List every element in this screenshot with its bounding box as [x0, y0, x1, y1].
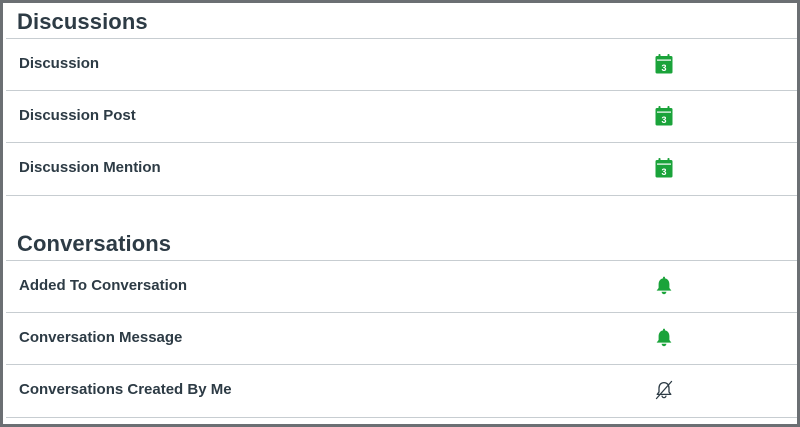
notification-label: Discussion Post — [19, 107, 136, 124]
svg-text:3: 3 — [661, 115, 666, 125]
section-title-discussions: Discussions — [17, 9, 148, 34]
calendar-weekly-icon: 3 — [655, 158, 673, 178]
bell-off-icon — [655, 380, 673, 400]
frequency-toggle-button[interactable]: 3 — [651, 103, 677, 129]
svg-text:3: 3 — [661, 167, 666, 177]
notification-label: Discussion Mention — [19, 159, 161, 176]
notification-row-conversations-created-by-me: Conversations Created By Me — [6, 364, 797, 418]
notification-label: Conversation Message — [19, 329, 183, 346]
notification-row-added-to-conversation: Added To Conversation — [6, 260, 797, 313]
frequency-toggle-button[interactable]: 3 — [651, 155, 677, 181]
svg-text:3: 3 — [661, 63, 666, 73]
notification-row-discussion-post: Discussion Post 3 — [6, 90, 797, 143]
section-title-conversations: Conversations — [17, 231, 172, 256]
notification-row-discussion: Discussion 3 — [6, 38, 797, 91]
calendar-weekly-icon: 3 — [655, 54, 673, 74]
notification-row-discussion-mention: Discussion Mention 3 — [6, 142, 797, 196]
frequency-toggle-button[interactable] — [651, 377, 677, 403]
calendar-weekly-icon: 3 — [655, 106, 673, 126]
notification-label: Added To Conversation — [19, 277, 188, 294]
bell-icon — [656, 276, 672, 295]
notification-preferences-panel: Discussions Discussion 3 Discussion Post… — [0, 0, 800, 427]
frequency-toggle-button[interactable] — [651, 273, 677, 299]
notification-label: Discussion — [19, 55, 100, 72]
bell-icon — [656, 328, 672, 347]
frequency-toggle-button[interactable]: 3 — [651, 51, 677, 77]
notification-label: Conversations Created By Me — [19, 381, 232, 398]
notification-row-conversation-message: Conversation Message — [6, 312, 797, 365]
frequency-toggle-button[interactable] — [651, 325, 677, 351]
